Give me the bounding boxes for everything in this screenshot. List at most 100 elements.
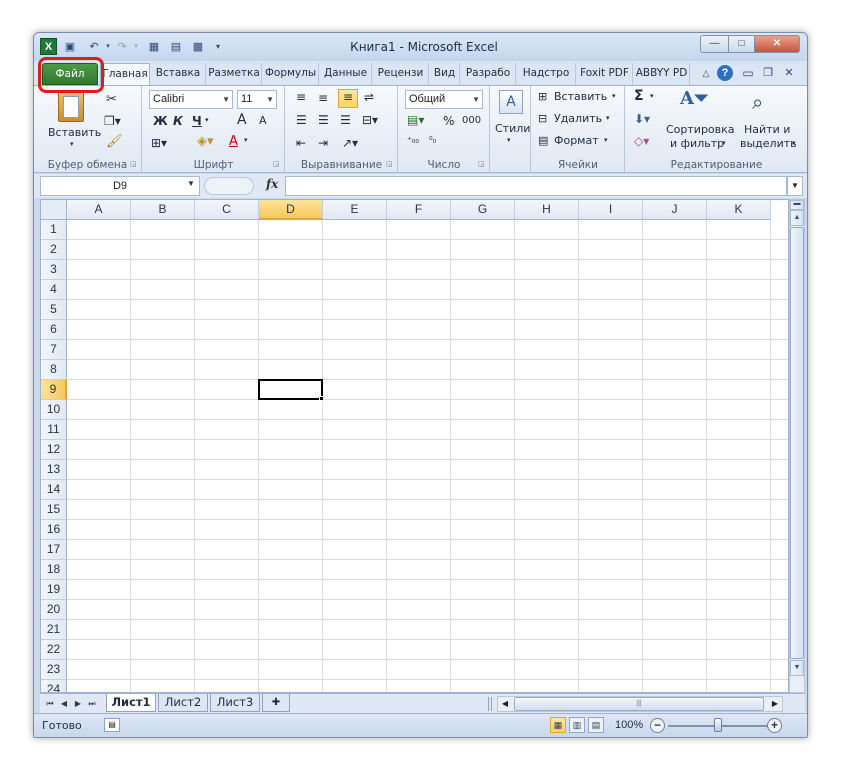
first-sheet-button[interactable]: ⏮: [44, 697, 56, 711]
row-header-6[interactable]: 6: [41, 320, 67, 340]
align-left-icon[interactable]: ☰: [296, 113, 307, 127]
insert-function-icon[interactable]: fx: [266, 177, 278, 191]
doc-close-icon[interactable]: ✕: [781, 65, 797, 81]
sheet-tab-2[interactable]: Лист2: [158, 694, 208, 712]
fill-handle[interactable]: [319, 396, 324, 401]
zoom-slider-thumb[interactable]: [714, 718, 722, 732]
cut-icon[interactable]: ✂: [106, 92, 117, 107]
borders-icon[interactable]: ⊞▾: [151, 136, 167, 150]
font-size-select[interactable]: 11 ▼: [237, 90, 277, 109]
bold-button[interactable]: Ж: [153, 114, 168, 128]
scroll-down-button[interactable]: ▼: [790, 660, 804, 676]
delete-cells-icon[interactable]: ⊟: [538, 112, 547, 125]
column-header-d[interactable]: D: [259, 200, 323, 220]
row-header-20[interactable]: 20: [41, 600, 67, 620]
excel-logo-icon[interactable]: X: [40, 38, 57, 55]
increase-decimal-icon[interactable]: ⁺₀₀: [407, 136, 419, 146]
currency-icon[interactable]: ▤▾: [407, 113, 424, 127]
fill-icon[interactable]: ⬇▾: [634, 112, 650, 126]
close-button[interactable]: ✕: [754, 35, 800, 53]
italic-button[interactable]: К: [173, 114, 183, 128]
align-top-icon[interactable]: ≡: [296, 90, 306, 104]
delete-dropdown-icon[interactable]: ▾: [606, 114, 610, 122]
row-header-24[interactable]: 24: [41, 680, 67, 692]
sheet-tab-1[interactable]: Лист1: [106, 694, 156, 712]
autosum-icon[interactable]: Σ: [634, 88, 644, 104]
vertical-scroll-thumb[interactable]: [790, 227, 804, 659]
tab-addins[interactable]: Надстро: [517, 63, 576, 85]
zoom-out-button[interactable]: −: [650, 718, 665, 733]
row-header-8[interactable]: 8: [41, 360, 67, 380]
page-layout-view-button[interactable]: ▥: [569, 717, 585, 733]
tab-review[interactable]: Рецензи: [373, 63, 429, 85]
decrease-decimal-icon[interactable]: ⁰₀: [429, 136, 436, 146]
merge-center-icon[interactable]: ⊟▾: [362, 113, 378, 127]
tab-split-handle[interactable]: [488, 697, 492, 711]
row-header-15[interactable]: 15: [41, 500, 67, 520]
column-header-i[interactable]: I: [579, 200, 643, 220]
minimize-ribbon-icon[interactable]: △: [698, 65, 714, 81]
alignment-launcher-icon[interactable]: ◲: [386, 161, 394, 169]
prev-sheet-button[interactable]: ◀: [58, 697, 70, 711]
tab-formulas[interactable]: Формулы: [263, 63, 319, 85]
align-right-icon[interactable]: ☰: [340, 113, 351, 127]
font-launcher-icon[interactable]: ◲: [273, 161, 281, 169]
zoom-level[interactable]: 100%: [615, 719, 643, 731]
row-header-19[interactable]: 19: [41, 580, 67, 600]
row-header-18[interactable]: 18: [41, 560, 67, 580]
decrease-indent-icon[interactable]: ⇤: [296, 136, 306, 150]
row-header-9[interactable]: 9: [41, 380, 67, 400]
font-color-dropdown-icon[interactable]: ▾: [244, 136, 248, 144]
find-select-label-1[interactable]: Найти и: [744, 123, 790, 136]
tab-data[interactable]: Данные: [320, 63, 372, 85]
active-cell-d9[interactable]: [258, 379, 323, 400]
row-header-7[interactable]: 7: [41, 340, 67, 360]
customize-qat-icon[interactable]: ▾: [210, 39, 226, 55]
save-icon[interactable]: ▣: [62, 39, 78, 55]
row-header-17[interactable]: 17: [41, 540, 67, 560]
column-header-k[interactable]: K: [707, 200, 771, 220]
paste-dropdown-icon[interactable]: ▾: [70, 140, 74, 148]
align-center-icon[interactable]: ☰: [318, 113, 329, 127]
calculator-icon[interactable]: ▩: [190, 39, 206, 55]
row-header-4[interactable]: 4: [41, 280, 67, 300]
font-name-select[interactable]: Calibri ▼: [149, 90, 233, 109]
delete-cells-button[interactable]: Удалить: [554, 112, 602, 125]
help-icon[interactable]: ?: [717, 65, 733, 81]
tab-insert[interactable]: Вставка: [151, 63, 206, 85]
vertical-scrollbar[interactable]: ▬ ▲ ▼: [789, 199, 805, 693]
tab-page-layout[interactable]: Разметка: [207, 63, 262, 85]
formula-divider-handle[interactable]: [204, 177, 254, 195]
horizontal-scrollbar[interactable]: ◀ ||| ▶: [497, 696, 783, 712]
insert-dropdown-icon[interactable]: ▾: [612, 92, 616, 100]
insert-sheet-icon[interactable]: ✚: [262, 694, 290, 712]
sheet-tab-3[interactable]: Лист3: [210, 694, 260, 712]
sort-filter-label-1[interactable]: Сортировка: [666, 123, 735, 136]
name-box[interactable]: D9: [40, 176, 200, 196]
row-header-22[interactable]: 22: [41, 640, 67, 660]
name-box-dropdown-icon[interactable]: ▼: [187, 179, 195, 188]
column-header-g[interactable]: G: [451, 200, 515, 220]
find-select-label-2[interactable]: выделить: [740, 137, 797, 150]
normal-view-button[interactable]: ▦: [550, 717, 566, 733]
percent-button[interactable]: %: [443, 114, 454, 128]
paste-button[interactable]: Вставить: [48, 126, 101, 139]
styles-button[interactable]: Стили: [495, 122, 530, 135]
autosum-dropdown-icon[interactable]: ▾: [650, 92, 654, 100]
row-header-11[interactable]: 11: [41, 420, 67, 440]
styles-dropdown-icon[interactable]: ▾: [507, 136, 511, 144]
column-header-h[interactable]: H: [515, 200, 579, 220]
fill-color-icon[interactable]: ◈▾: [197, 134, 214, 149]
grow-font-button[interactable]: A: [237, 112, 247, 128]
row-header-1[interactable]: 1: [41, 220, 67, 240]
clipboard-launcher-icon[interactable]: ◲: [130, 161, 138, 169]
scroll-left-button[interactable]: ◀: [498, 697, 512, 711]
form2-icon[interactable]: ▤: [168, 39, 184, 55]
column-header-c[interactable]: C: [195, 200, 259, 220]
row-header-13[interactable]: 13: [41, 460, 67, 480]
doc-restore-icon[interactable]: ❐: [760, 65, 776, 81]
split-box-icon[interactable]: ▬: [790, 200, 804, 210]
page-break-view-button[interactable]: ▤: [588, 717, 604, 733]
doc-minimize-icon[interactable]: ▭: [740, 65, 756, 81]
thousands-button[interactable]: 000: [462, 115, 481, 126]
